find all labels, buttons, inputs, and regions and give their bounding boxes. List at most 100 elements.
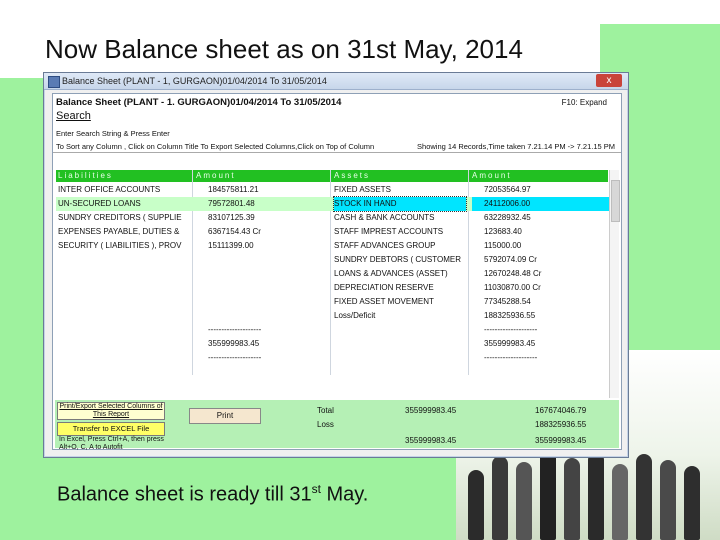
- liability-amount-cell: 355999983.45: [208, 339, 260, 348]
- table-row[interactable]: UN-SECURED LOANS 79572801.48 STOCK IN HAND…: [56, 196, 616, 212]
- scrollbar-thumb[interactable]: [611, 180, 620, 222]
- person-silhouette: [468, 470, 484, 540]
- grand-total-liabilities: 355999983.45: [405, 436, 457, 445]
- asset-name-cell: DEPRECIATION RESERVE: [334, 283, 434, 292]
- liability-amount-cell: [196, 295, 340, 309]
- column-instruction: To Sort any Column , Click on Column Tit…: [56, 142, 375, 151]
- window-title: Balance Sheet (PLANT - 1, GURGAON)01/04/…: [62, 76, 327, 86]
- asset-amount-cell: 77345288.54: [484, 297, 531, 306]
- balance-sheet-window: Balance Sheet (PLANT - 1, GURGAON)01/04/…: [43, 72, 629, 458]
- close-button[interactable]: x: [596, 74, 622, 87]
- person-silhouette: [492, 456, 508, 540]
- column-header-assets[interactable]: Assets: [334, 170, 370, 182]
- print-export-button[interactable]: Print/Export Selected Columns of This Re…: [57, 402, 165, 420]
- liability-name-cell: [58, 295, 190, 309]
- asset-amount-cell: 5792074.09 Cr: [484, 255, 537, 264]
- asset-amount-cell: 24112006.00: [472, 197, 616, 211]
- liability-name-cell: [58, 309, 190, 323]
- asset-amount-cell: 355999983.45: [484, 339, 536, 348]
- transfer-excel-button[interactable]: Transfer to EXCEL File: [57, 422, 165, 436]
- divider: [53, 152, 621, 153]
- liability-amount-cell: 6367154.43 Cr: [208, 227, 261, 236]
- app-icon: [48, 76, 60, 88]
- slide-title: Now Balance sheet as on 31st May, 2014: [45, 34, 523, 64]
- person-silhouette: [540, 450, 556, 540]
- table-row[interactable]: DEPRECIATION RESERVE 11030870.00 Cr: [56, 281, 608, 295]
- person-silhouette: [660, 460, 676, 540]
- asset-name-cell: [334, 323, 466, 337]
- expand-hint: F10: Expand: [561, 98, 607, 107]
- asset-amount-cell: 115000.00: [484, 241, 522, 250]
- report-title: Balance Sheet (PLANT - 1. GURGAON)01/04/…: [56, 97, 342, 108]
- table-row[interactable]: -------------------- --------------------: [56, 351, 608, 365]
- window-titlebar[interactable]: Balance Sheet (PLANT - 1, GURGAON)01/04/…: [44, 73, 628, 90]
- table-row[interactable]: Loss/Deficit 188325936.55: [56, 309, 608, 323]
- person-silhouette: [612, 464, 628, 540]
- asset-name-cell: SUNDRY DEBTORS ( CUSTOMER: [334, 255, 461, 264]
- table-row[interactable]: EXPENSES PAYABLE, DUTIES & 6367154.43 Cr S…: [56, 225, 608, 239]
- person-silhouette: [588, 452, 604, 540]
- asset-amount-cell: 72053564.97: [484, 185, 531, 194]
- grid-header-row: [56, 170, 608, 182]
- liability-name-cell: [58, 267, 190, 281]
- column-header-liabilities[interactable]: Liabilities: [58, 170, 113, 182]
- table-row[interactable]: INTER OFFICE ACCOUNTS 184575811.21 FIXED A…: [56, 183, 608, 197]
- liability-amount-cell: 184575811.21: [208, 185, 259, 194]
- liability-name-cell: [58, 337, 190, 351]
- liability-name-cell: EXPENSES PAYABLE, DUTIES &: [58, 227, 180, 236]
- liability-amount-cell: [196, 253, 340, 267]
- table-row[interactable]: LOANS & ADVANCES (ASSET) 12670248.48 Cr: [56, 267, 608, 281]
- asset-name-cell: FIXED ASSETS: [334, 185, 391, 194]
- table-row[interactable]: FIXED ASSET MOVEMENT 77345288.54: [56, 295, 608, 309]
- search-instruction: Enter Search String & Press Enter: [56, 129, 170, 138]
- liability-amount-cell: 15111399.00: [208, 241, 254, 250]
- liability-name-cell: INTER OFFICE ACCOUNTS: [58, 185, 161, 194]
- liability-name-cell: [58, 281, 190, 295]
- liability-name-cell: [58, 351, 190, 365]
- loss-label: Loss: [317, 420, 334, 429]
- status-text: Showing 14 Records,Time taken 7.21.14 PM…: [417, 142, 615, 151]
- asset-name-cell: Loss/Deficit: [334, 311, 376, 320]
- print-button[interactable]: Print: [189, 408, 261, 424]
- asset-name-cell: STAFF ADVANCES GROUP: [334, 241, 436, 250]
- column-header-amount-liabilities[interactable]: Amount: [196, 170, 236, 182]
- asset-amount-cell: 188325936.55: [484, 311, 536, 320]
- table-row[interactable]: SECURITY ( LIABILITIES ), PROV 15111399.0…: [56, 239, 608, 253]
- caption-text: Balance sheet is ready till 31: [57, 483, 312, 506]
- asset-amount-cell: 11030870.00 Cr: [484, 283, 541, 292]
- liability-amount-cell: --------------------: [208, 325, 262, 334]
- person-silhouette: [636, 454, 652, 540]
- liability-amount-cell: [196, 267, 340, 281]
- liability-amount-cell: --------------------: [208, 353, 262, 362]
- asset-amount-cell: 63228932.45: [484, 213, 531, 222]
- asset-name-cell: LOANS & ADVANCES (ASSET): [334, 269, 448, 278]
- asset-amount-cell: --------------------: [484, 325, 538, 334]
- column-header-amount-assets[interactable]: Amount: [472, 170, 512, 182]
- asset-name-cell: STAFF IMPREST ACCOUNTS: [334, 227, 444, 236]
- table-row[interactable]: -------------------- --------------------: [56, 323, 608, 337]
- liability-amount-cell: 79572801.48: [208, 199, 255, 208]
- loss-value: 188325936.55: [535, 420, 587, 429]
- slide-caption: Balance sheet is ready till 31st May.: [57, 482, 368, 507]
- total-assets: 167674046.79: [535, 406, 587, 415]
- excel-note: In Excel, Press Ctrl+A, then press Alt+O…: [59, 436, 164, 451]
- caption-superscript: st: [311, 482, 321, 496]
- liability-name-cell: SUNDRY CREDITORS ( SUPPLIE: [58, 213, 182, 222]
- balance-grid[interactable]: Liabilities Amount Assets Amount INTER O…: [56, 170, 616, 398]
- table-row[interactable]: SUNDRY DEBTORS ( CUSTOMER 5792074.09 Cr: [56, 253, 608, 267]
- asset-name-cell: [334, 337, 466, 351]
- liability-amount-cell: 83107125.39: [208, 213, 255, 222]
- liability-amount-cell: [196, 309, 340, 323]
- search-link[interactable]: Search: [56, 110, 91, 122]
- total-liabilities: 355999983.45: [405, 406, 457, 415]
- vertical-scrollbar[interactable]: [609, 170, 620, 398]
- footer-panel: Print/Export Selected Columns of This Re…: [55, 400, 619, 451]
- asset-name-cell: CASH & BANK ACCOUNTS: [334, 213, 435, 222]
- table-row[interactable]: SUNDRY CREDITORS ( SUPPLIE 83107125.39 CAS…: [56, 211, 608, 225]
- table-row[interactable]: 355999983.45 355999983.45: [56, 337, 608, 351]
- liability-name-cell: [58, 253, 190, 267]
- liability-name-cell: UN-SECURED LOANS: [58, 199, 141, 208]
- caption-tail: May.: [320, 483, 369, 506]
- asset-name-cell: STOCK IN HAND: [333, 196, 467, 212]
- asset-name-cell: FIXED ASSET MOVEMENT: [334, 297, 434, 306]
